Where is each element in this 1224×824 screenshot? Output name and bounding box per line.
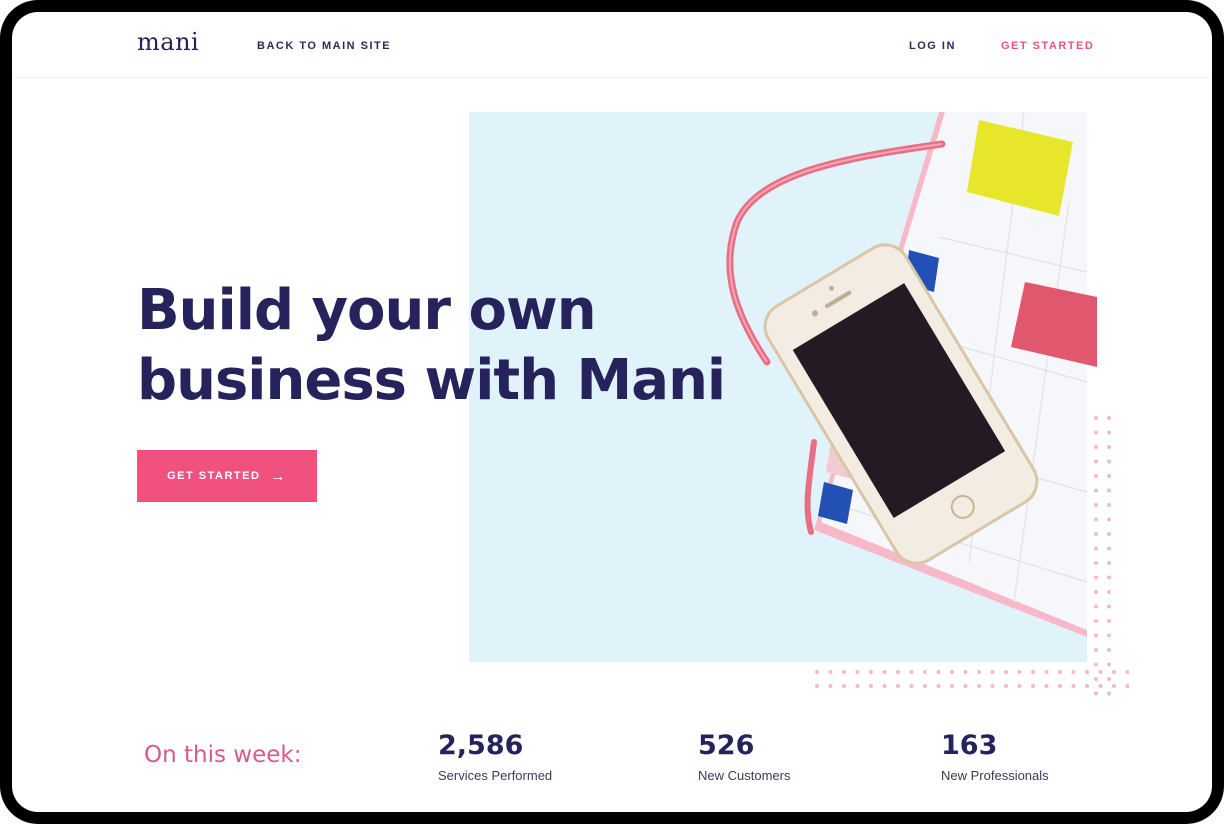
- stats-label: On this week:: [144, 742, 302, 768]
- stat-label: Services Performed: [438, 768, 553, 783]
- hero-heading: Build your own business with Mani: [137, 276, 757, 416]
- stat-value: 163: [941, 730, 998, 761]
- stat-new-customers: 526 New Customers: [698, 730, 790, 783]
- stat-label: New Professionals: [941, 768, 1049, 783]
- hero-heading-line-2: business with Mani: [137, 348, 726, 413]
- stat-services-performed: 2,586 Services Performed: [438, 730, 552, 783]
- get-started-button[interactable]: GET STARTED →: [137, 450, 317, 502]
- stat-label: New Customers: [698, 768, 791, 783]
- device-frame: mani BACK TO MAIN SITE LOG IN GET STARTE…: [0, 0, 1224, 824]
- hero-heading-line-1: Build your own: [137, 278, 597, 343]
- site-header: mani BACK TO MAIN SITE LOG IN GET STARTE…: [12, 12, 1212, 78]
- get-started-button-label: GET STARTED: [167, 470, 261, 482]
- back-to-main-site-link[interactable]: BACK TO MAIN SITE: [257, 40, 391, 52]
- mani-logo[interactable]: mani: [137, 28, 199, 56]
- get-started-link[interactable]: GET STARTED: [1001, 40, 1094, 52]
- stat-value: 526: [698, 730, 755, 761]
- arrow-right-icon: →: [270, 467, 287, 485]
- stat-value: 2,586: [438, 730, 524, 761]
- stat-new-professionals: 163 New Professionals: [941, 730, 1049, 783]
- log-in-link[interactable]: LOG IN: [909, 40, 956, 52]
- screen: mani BACK TO MAIN SITE LOG IN GET STARTE…: [12, 12, 1212, 812]
